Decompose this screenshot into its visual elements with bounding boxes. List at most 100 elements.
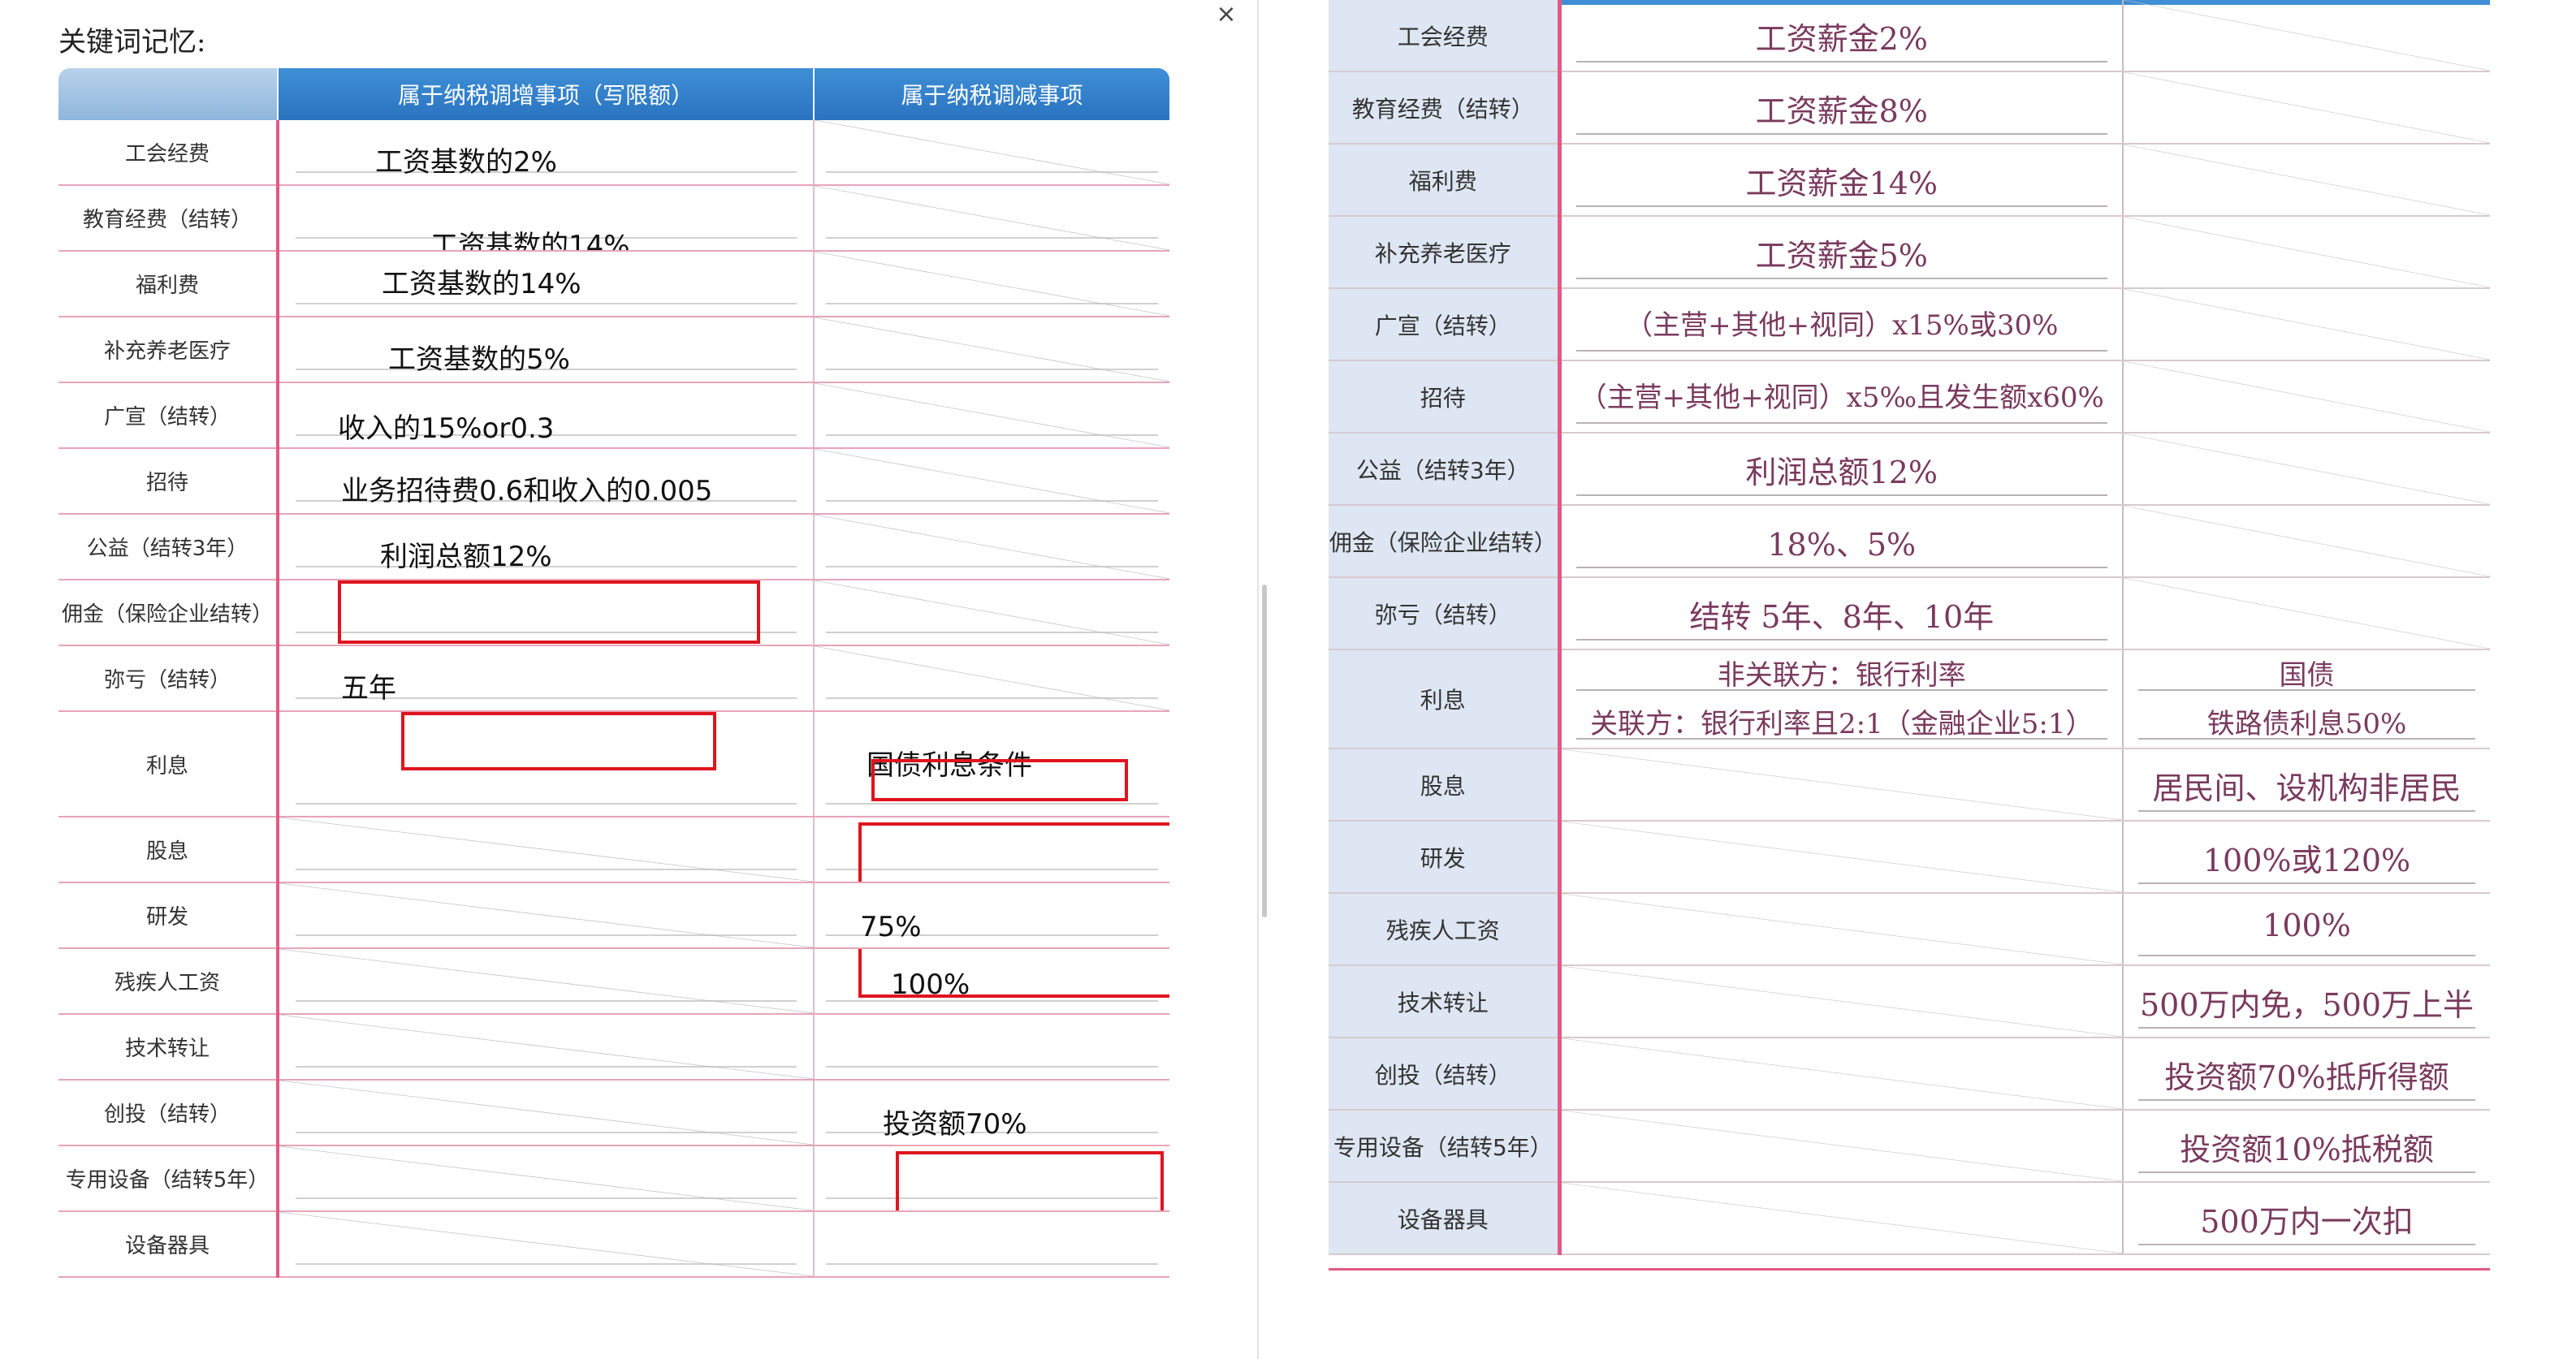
close-icon[interactable]: ×: [1210, 0, 1243, 29]
increase-cell: [278, 1014, 815, 1081]
row-label: 公益（结转3年）: [58, 514, 279, 580]
table-row: 技术转让 500万内免，500万上半: [1329, 965, 2490, 1038]
strike-diagonal: [2124, 361, 2487, 431]
increase-cell: 工资薪金5%: [1559, 216, 2124, 289]
table-row: 设备器具 500万内一次扣: [1329, 1182, 2490, 1255]
increase-text: 业务招待费0.6和收入的0.005: [341, 475, 713, 507]
strike-diagonal: [815, 186, 1167, 249]
table-row: 创投（结转） 投资额70%: [58, 1080, 1169, 1146]
increase-cell: 业务招待费0.6和收入的0.005: [278, 448, 815, 515]
decrease-cell: [814, 1145, 1169, 1212]
strike-diagonal: [279, 1146, 809, 1210]
decrease-text: 75%: [860, 911, 922, 943]
handwritten-text: 100%或120%: [2202, 843, 2411, 878]
writing-line: [2138, 810, 2475, 812]
table-row: 研发 75%: [58, 882, 1169, 949]
row-label: 残疾人工资: [58, 948, 279, 1015]
row-label: 佣金（保险企业结转）: [58, 580, 279, 646]
writing-line: [1575, 133, 2107, 135]
table-row: 弥亏（结转） 五年: [58, 645, 1169, 712]
handwritten-text: 利润总额12%: [1745, 455, 1938, 490]
strike-diagonal: [2124, 0, 2487, 70]
increase-text: 收入的15%or0.3: [338, 412, 555, 445]
writing-line: [1575, 350, 2107, 352]
decrease-cell: 100%: [814, 948, 1169, 1015]
decrease-cell: [2123, 0, 2490, 72]
table-row: 创投（结转） 投资额70%抵所得额: [1329, 1038, 2490, 1111]
table-row: 专用设备（结转5年） 投资额10%抵税额: [1329, 1110, 2490, 1183]
handwritten-text: 非关联方：银行利率: [1717, 659, 1966, 692]
increase-text: 利润总额12%: [380, 541, 552, 573]
decrease-cell: [2123, 577, 2490, 650]
table-row: 公益（结转3年） 利润总额12%: [58, 514, 1169, 580]
decrease-cell: 国债 铁路债利息50%: [2123, 649, 2490, 749]
increase-cell: 18%、5%: [1559, 505, 2124, 578]
row-label: 补充养老医疗: [58, 317, 279, 383]
handwritten-text: 关联方：银行利率且2:1（金融企业5:1）: [1590, 708, 2094, 740]
row-label: 利息: [58, 711, 279, 818]
writing-line: [2138, 882, 2475, 884]
writing-line: [296, 303, 797, 304]
row-label: 设备器具: [1329, 1182, 1562, 1255]
strike-diagonal: [2124, 72, 2487, 142]
strike-diagonal: [815, 515, 1167, 578]
decrease-cell: [2123, 433, 2490, 506]
table-row: 工会经费 工资薪金2%: [1329, 0, 2490, 72]
strike-diagonal: [2124, 289, 2487, 359]
table-row: 残疾人工资 100%: [58, 948, 1169, 1015]
increase-text: 五年: [341, 672, 396, 705]
header-item: [58, 68, 278, 120]
increase-cell: [278, 1145, 815, 1212]
table-row: 佣金（保险企业结转） 18%、5%: [1329, 505, 2490, 578]
strike-diagonal: [279, 818, 809, 881]
writing-line: [2138, 955, 2475, 956]
decrease-cell: [814, 580, 1169, 646]
increase-text: 工资基数的14%: [382, 268, 581, 300]
strike-diagonal: [2124, 506, 2487, 576]
writing-line: [826, 1066, 1158, 1068]
row-label: 专用设备（结转5年）: [58, 1145, 279, 1212]
increase-cell: [278, 882, 815, 949]
writing-line: [1575, 61, 2107, 63]
row-label: 教育经费（结转）: [58, 185, 279, 252]
strike-diagonal: [815, 646, 1167, 710]
row-label: 教育经费（结转）: [1329, 71, 1562, 145]
table-row: 广宣（结转） 收入的15%or0.3: [58, 382, 1169, 449]
strike-diagonal: [2124, 145, 2487, 214]
decrease-cell: 100%: [2123, 893, 2490, 966]
strike-diagonal: [279, 1081, 809, 1144]
writing-line: [2138, 1027, 2475, 1029]
table-row: 教育经费（结转） 工资基数的14%: [58, 185, 1169, 252]
row-label: 公益（结转3年）: [1329, 433, 1562, 506]
writing-line: [2138, 1244, 2475, 1245]
increase-text: 工资基数的2%: [375, 146, 557, 179]
table-bottom-rule: [1329, 1268, 2490, 1271]
strike-diagonal: [2124, 217, 2487, 287]
row-label: 弥亏（结转）: [58, 645, 279, 712]
split-divider[interactable]: [1257, 0, 1259, 1359]
decrease-cell: 投资额70%抵所得额: [2123, 1038, 2490, 1111]
row-label: 研发: [1329, 821, 1562, 894]
row-label: 补充养老医疗: [1329, 216, 1562, 289]
decrease-cell: [2123, 144, 2490, 217]
table-row: 补充养老医疗 工资薪金5%: [1329, 216, 2490, 289]
decrease-cell: [814, 185, 1169, 252]
decrease-cell: [2123, 71, 2490, 145]
increase-cell: （主营+其他+视同）x15%或30%: [1559, 288, 2124, 361]
writing-line: [2138, 1171, 2475, 1173]
strike-diagonal: [815, 383, 1167, 447]
row-label: 股息: [58, 817, 279, 883]
increase-cell: 利润总额12%: [278, 514, 815, 580]
increase-cell: 结转 5年、8年、10年: [1559, 577, 2124, 650]
increase-cell: [1559, 821, 2124, 894]
strike-diagonal: [279, 1212, 809, 1275]
table-row: 利息 国债利息条件: [58, 711, 1169, 818]
strike-diagonal: [1561, 1111, 2118, 1180]
decrease-cell: [814, 1211, 1169, 1278]
header-increase: 属于纳税调增事项（写限额）: [277, 68, 814, 120]
row-label: 利息: [1329, 649, 1562, 749]
increase-cell: [1559, 1182, 2124, 1255]
table-row: 招待 业务招待费0.6和收入的0.005: [58, 448, 1169, 515]
table-row: 利息 非关联方：银行利率关联方：银行利率且2:1（金融企业5:1） 国债 铁路债利息5…: [1329, 649, 2490, 749]
strike-diagonal: [279, 883, 809, 947]
